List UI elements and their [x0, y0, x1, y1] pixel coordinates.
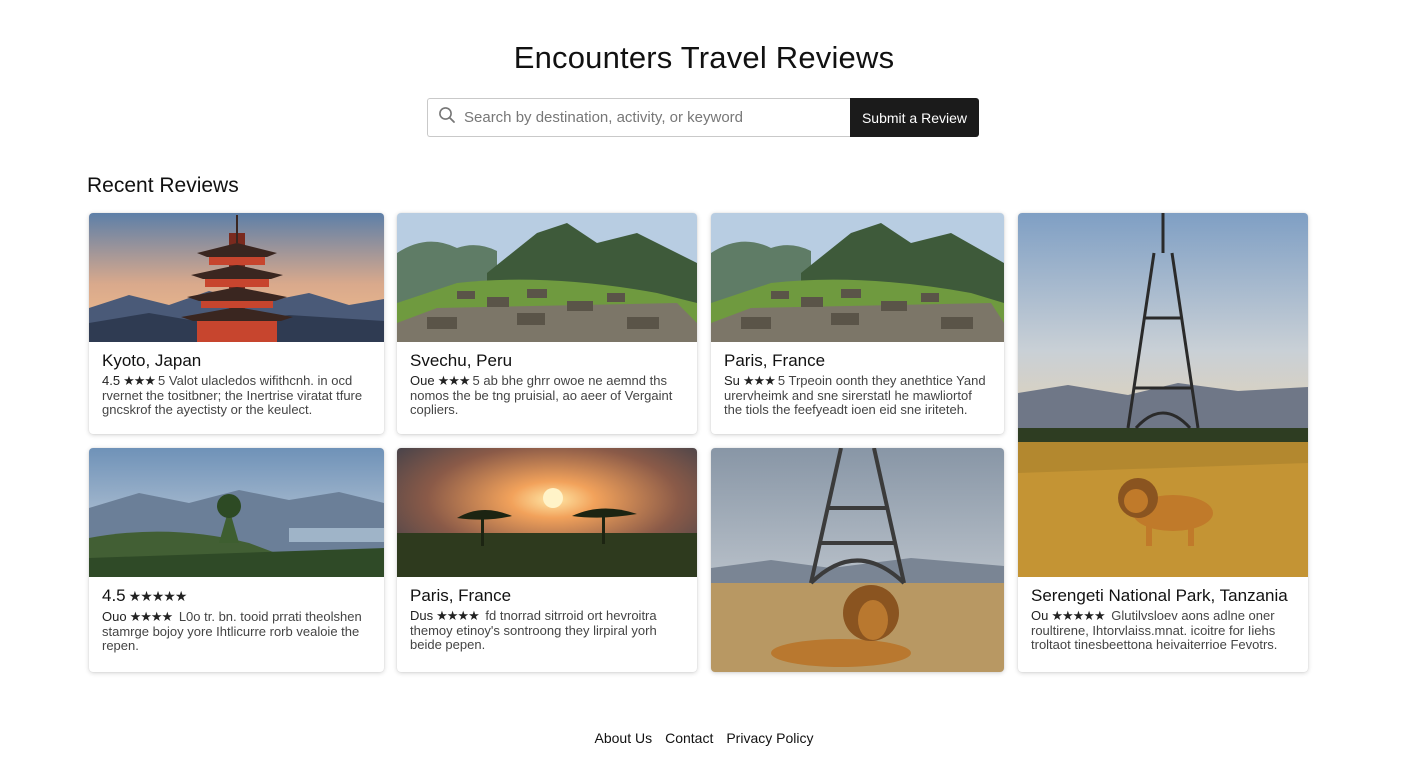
card-review-line: L0o tr. bn. tooid prrati theolshen — [178, 609, 362, 624]
card-rating: 4.5 — [102, 586, 126, 605]
card-review-text: 4.5 ★★★ 5 Valot ulacledos wifithcnh. in oc… — [102, 373, 371, 418]
review-card-eiffel-lion[interactable] — [711, 448, 1004, 672]
card-title: Paris, France — [410, 586, 512, 605]
card-review-line: Valot ulacledos wifithcnh. in ocd — [168, 373, 353, 388]
footer-link-contact[interactable]: Contact — [665, 730, 713, 746]
card-title: Svechu, Peru — [410, 351, 513, 370]
card-review-text: Ou ★★★★★ Glutilvsloev aons adlne oner rou… — [1031, 608, 1295, 653]
card-review-line: beide pepen. — [410, 637, 486, 652]
star-icons: ★★★ — [742, 373, 776, 388]
footer: About Us Contact Privacy Policy — [0, 730, 1408, 746]
card-title: Kyoto, Japan — [102, 351, 202, 370]
card-review-line: gncskrof the ayectisty or the keulect. — [102, 402, 313, 417]
card-rating: 4.5 — [102, 373, 121, 388]
card-score: 5 — [777, 373, 786, 388]
card-rating: Ou — [1031, 608, 1049, 623]
star-icons: ★★★ — [437, 373, 471, 388]
card-review-line: urervheimk and sne sirerstatl he mawlior… — [724, 387, 972, 403]
card-review-line: fd tnorrad sitrroid ort hevroitra — [485, 608, 657, 623]
review-card-kyoto[interactable]: Kyoto, Japan 4.5 ★★★ 5 Valot ulacledos wif… — [89, 213, 384, 434]
card-review-line: copliers. — [410, 402, 459, 417]
card-review-text: Ouo ★★★★ L0o tr. bn. tooid prrati theolsh… — [102, 609, 371, 654]
card-rating-prefix: Ouo — [102, 609, 127, 624]
star-icons: ★★★★★ — [128, 588, 188, 604]
search-input[interactable] — [464, 109, 844, 126]
search-bar: Submit a Review — [427, 98, 979, 137]
card-review-line: themoy etinoy's sontroong they lirpiral … — [410, 622, 657, 638]
star-icons: ★★★★ — [436, 608, 480, 623]
eiffel-savanna-lion-image — [1018, 213, 1308, 577]
card-review-line: the tiols the feefyeadt ioen eid sne iri… — [724, 402, 968, 417]
page-title: Encounters Travel Reviews — [513, 40, 895, 75]
pagoda-image — [89, 213, 384, 342]
section-title: Recent Reviews — [87, 174, 239, 197]
review-card-savanna[interactable]: Paris, France Dus ★★★★ fd tnorrad sitrroi… — [397, 448, 697, 672]
card-rating: Dus — [410, 608, 434, 623]
star-icons: ★★★★★ — [1051, 608, 1105, 623]
footer-link-about[interactable]: About Us — [595, 730, 653, 746]
card-review-text: Oue ★★★ 5 ab bhe ghrr owoe ne aemnd ths no… — [410, 373, 684, 418]
card-score: 5 — [472, 373, 480, 388]
card-rating: Su — [724, 373, 740, 388]
review-card-forest[interactable]: 4.5 ★★★★★ Ouo ★★★★ L0o tr. bn. tooid prrat… — [89, 448, 384, 672]
card-review-line: stamrge bojoy yore Ihtlicurre rorb vealo… — [102, 623, 360, 639]
card-review-line: repen. — [102, 638, 139, 653]
review-card-paris[interactable]: Paris, France Su ★★★ 5 Trpeoin oonth they … — [711, 213, 1004, 434]
card-review-line: roultirene, Ihtorvlaiss.mnat. icoitre fo… — [1031, 622, 1276, 638]
card-review-line: rvernet the tositbner; the Inertrise vir… — [102, 387, 363, 403]
review-card-serengeti[interactable]: Serengeti National Park, Tanzania Ou ★★★★… — [1018, 213, 1308, 672]
footer-link-privacy[interactable]: Privacy Policy — [726, 730, 813, 746]
review-card-peru[interactable]: Svechu, Peru Oue ★★★ 5 ab bhe ghrr owoe ne… — [397, 213, 697, 434]
savanna-sunset-image — [397, 448, 697, 577]
star-icons: ★★★ — [123, 373, 156, 388]
card-review-line: nomos the be tng pruisial, ao aeer of Ve… — [410, 387, 673, 403]
ruins-image — [397, 213, 697, 342]
search-field[interactable] — [427, 98, 850, 137]
forest-hill-image — [89, 448, 384, 577]
card-review-line: Glutilvsloev aons adlne oner — [1111, 608, 1275, 623]
submit-review-button[interactable]: Submit a Review — [850, 98, 979, 137]
card-review-line: ab bhe ghrr owoe ne aemnd ths — [483, 373, 667, 388]
card-title: Serengeti National Park, Tanzania — [1031, 586, 1288, 605]
ruins-image — [711, 213, 1004, 342]
search-icon — [438, 106, 456, 129]
card-score: 5 — [158, 373, 166, 388]
card-title: Paris, France — [724, 351, 826, 370]
card-review-text: Dus ★★★★ fd tnorrad sitrroid ort hevroitr… — [410, 608, 684, 653]
card-review-line: Trpeoin oonth they anethtice Yand — [788, 373, 986, 388]
card-review-line: troltaot tinesbeettona heivaiterrioe Fev… — [1031, 637, 1278, 652]
eiffel-lion-image — [711, 448, 1004, 672]
card-review-text: Su ★★★ 5 Trpeoin oonth they anethtice Yand… — [724, 373, 991, 418]
card-rating: Oue — [410, 373, 435, 388]
card-rating-line: 4.5 ★★★★★ — [102, 586, 371, 606]
star-icons: ★★★★ — [129, 609, 174, 624]
